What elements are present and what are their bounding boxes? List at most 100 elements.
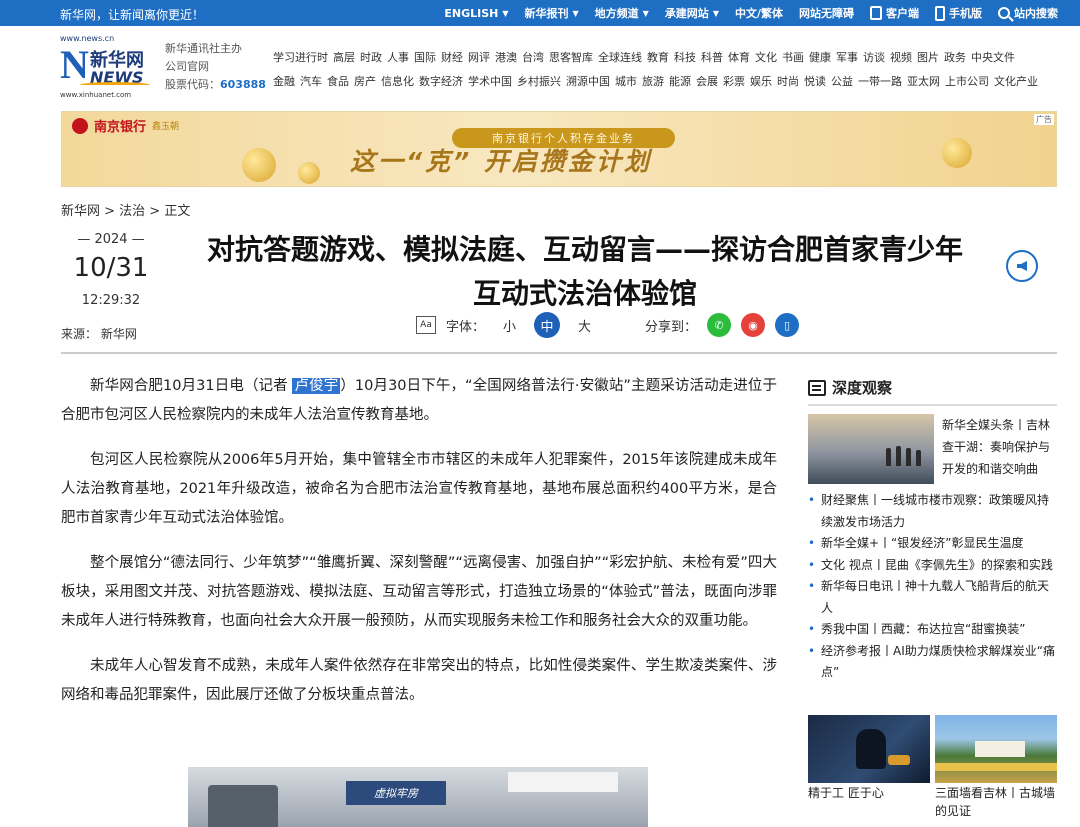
font-medium-button[interactable]: 中 [534, 312, 561, 338]
nav-link[interactable]: 国际 [414, 46, 436, 70]
nav-link[interactable]: 亚太网 [907, 70, 940, 94]
chevron-down-icon: ▼ [642, 8, 649, 18]
corp-info: 新华通讯社主办 公司官网 股票代码：603888 [165, 42, 266, 91]
sidebar-top-link[interactable]: 新华全媒头条丨吉林查干湖：奏响保护与开发的和谐交响曲 [942, 414, 1058, 480]
nav-link[interactable]: 教育 [647, 46, 669, 70]
list-item[interactable]: 财经聚焦丨一线城市楼市观察：政策暖风持续激发市场活力 [808, 490, 1058, 533]
nav-link[interactable]: 乡村振兴 [517, 70, 561, 94]
site-slogan: 新华网，让新闻离你更近！ [60, 8, 205, 22]
mobile-share-icon[interactable]: ▯ [775, 313, 800, 337]
article-photo: 虚拟牢房 [188, 767, 648, 827]
language-toggle-link[interactable]: 中文/繁体 [735, 5, 783, 21]
nav-link[interactable]: 一带一路 [858, 70, 902, 94]
list-item[interactable]: 新华每日电讯丨神十九载人飞船背后的航天人 [808, 576, 1058, 619]
app-icon [870, 6, 882, 20]
nav-link[interactable]: 时政 [360, 46, 382, 70]
thumb-caption[interactable]: 精于工 匠于心 [808, 784, 884, 801]
nav-link[interactable]: 房产 [354, 70, 376, 94]
nav-link[interactable]: 网评 [468, 46, 490, 70]
nav-link[interactable]: 财经 [441, 46, 463, 70]
nav-link[interactable]: 视频 [890, 46, 912, 70]
font-large-button[interactable]: 大 [570, 316, 599, 335]
sidebar-thumb[interactable] [808, 715, 930, 783]
nav-link[interactable]: 人事 [387, 46, 409, 70]
thumb-caption[interactable]: 三面墙看吉林丨古城墙的见证 [935, 784, 1057, 820]
list-item[interactable]: 经济参考报丨AI助力煤质快检求解煤炭业“痛点” [808, 641, 1058, 684]
nav-link[interactable]: 思客智库 [549, 46, 593, 70]
sidebar-thumb[interactable] [935, 715, 1057, 783]
phone-icon [935, 5, 945, 21]
breadcrumb[interactable]: 新华网 > 法治 > 正文 [61, 200, 190, 219]
nav-link[interactable]: 溯源中国 [566, 70, 610, 94]
nav-link[interactable]: 学习进行时 [273, 46, 328, 70]
photo-sign: 虚拟牢房 [346, 781, 446, 805]
font-small-button[interactable]: 小 [495, 316, 524, 335]
local-channels-link[interactable]: 地方频道 ▼ [595, 5, 649, 21]
sidebar-top-image[interactable] [808, 414, 934, 484]
english-link[interactable]: ENGLISH ▼ [444, 7, 508, 20]
nav-link[interactable]: 上市公司 [945, 70, 989, 94]
nav-link[interactable]: 信息化 [381, 70, 414, 94]
nav-link[interactable]: 食品 [327, 70, 349, 94]
site-logo[interactable]: www.news.cn N 新华网 NEWS www.xinhuanet.com [60, 34, 155, 100]
nav-link[interactable]: 中央文件 [971, 46, 1015, 70]
nav-link[interactable]: 数字经济 [419, 70, 463, 94]
newspaper-icon [808, 379, 826, 396]
nav-link[interactable]: 全球连线 [598, 46, 642, 70]
nav-link[interactable]: 军事 [836, 46, 858, 70]
list-item[interactable]: 秀我中国丨西藏：布达拉宫“甜蜜换装” [808, 619, 1058, 641]
top-bar: 新华网，让新闻离你更近！ ENGLISH ▼ 新华报刊 ▼ 地方频道 ▼ 承建网站 ▼ … [0, 0, 1080, 26]
coin-icon [942, 138, 972, 168]
nav-link[interactable]: 书画 [782, 46, 804, 70]
nav-link[interactable]: 科技 [674, 46, 696, 70]
chevron-down-icon: ▼ [712, 8, 719, 18]
newspapers-link[interactable]: 新华报刊 ▼ [525, 5, 579, 21]
nav-link[interactable]: 能源 [669, 70, 691, 94]
channel-nav: 学习进行时 高层 时政 人事 国际 财经 网评 港澳 台湾 思客智库 全球连线 教育 科技 科普 体育 文化书… [273, 46, 1063, 94]
audio-play-button[interactable] [1006, 250, 1038, 282]
nav-link[interactable]: 台湾 [522, 46, 544, 70]
nav-link[interactable]: 汽车 [300, 70, 322, 94]
nav-link[interactable]: 港澳 [495, 46, 517, 70]
nav-link[interactable]: 娱乐 [750, 70, 772, 94]
banner-ad[interactable]: 南京银行 鑫玉朝 南京银行个人积存金业务 这一“克” 开启攒金计划 广告 [61, 111, 1057, 187]
nav-link[interactable]: 公益 [831, 70, 853, 94]
nav-link[interactable]: 文化 [755, 46, 777, 70]
hosted-sites-link[interactable]: 承建网站 ▼ [665, 5, 719, 21]
nav-link[interactable]: 访谈 [863, 46, 885, 70]
top-links: ENGLISH ▼ 新华报刊 ▼ 地方频道 ▼ 承建网站 ▼ 中文/繁体 网站无障碍 客… [444, 0, 1058, 26]
nav-link[interactable]: 健康 [809, 46, 831, 70]
nav-link[interactable]: 悦读 [804, 70, 826, 94]
nav-link[interactable]: 金融 [273, 70, 295, 94]
font-size-icon: Aa [416, 316, 436, 334]
coin-icon [298, 162, 320, 184]
accessibility-link[interactable]: 网站无障碍 [799, 5, 854, 21]
mobile-link[interactable]: 手机版 [935, 5, 982, 21]
nav-link[interactable]: 学术中国 [468, 70, 512, 94]
nav-link[interactable]: 城市 [615, 70, 637, 94]
logo-swoosh [80, 82, 150, 88]
nav-link[interactable]: 政务 [944, 46, 966, 70]
reporter-name[interactable]: 卢俊宇 [292, 378, 341, 394]
nav-link[interactable]: 彩票 [723, 70, 745, 94]
nav-link[interactable]: 体育 [728, 46, 750, 70]
nav-link[interactable]: 时尚 [777, 70, 799, 94]
list-item[interactable]: 新华全媒+丨“银发经济”彰显民生温度 [808, 533, 1058, 555]
wechat-share-icon[interactable]: ✆ [707, 313, 732, 337]
title-divider [61, 352, 1057, 354]
stock-code[interactable]: 603888 [220, 78, 266, 91]
nav-link[interactable]: 旅游 [642, 70, 664, 94]
article-paragraph: 整个展馆分“德法同行、少年筑梦”“雏鹰折翼、深刻警醒”“远离侵害、加强自护”“彩… [61, 555, 777, 629]
nav-link[interactable]: 科普 [701, 46, 723, 70]
nav-link[interactable]: 图片 [917, 46, 939, 70]
nav-link[interactable]: 文化产业 [994, 70, 1038, 94]
article-title: 对抗答题游戏、模拟法庭、互动留言——探访合肥首家青少年 互动式法治体验馆 [206, 233, 963, 310]
site-search-link[interactable]: 站内搜索 [998, 5, 1058, 21]
ad-label: 广告 [1034, 114, 1054, 125]
weibo-share-icon[interactable]: ◉ [741, 313, 766, 337]
nav-link[interactable]: 高层 [333, 46, 355, 70]
nav-link[interactable]: 会展 [696, 70, 718, 94]
list-item[interactable]: 文化 视点丨昆曲《李佩先生》的探索和实践 [808, 555, 1058, 577]
client-app-link[interactable]: 客户端 [870, 5, 919, 21]
sidebar-heading: 深度观察 [808, 377, 1057, 406]
